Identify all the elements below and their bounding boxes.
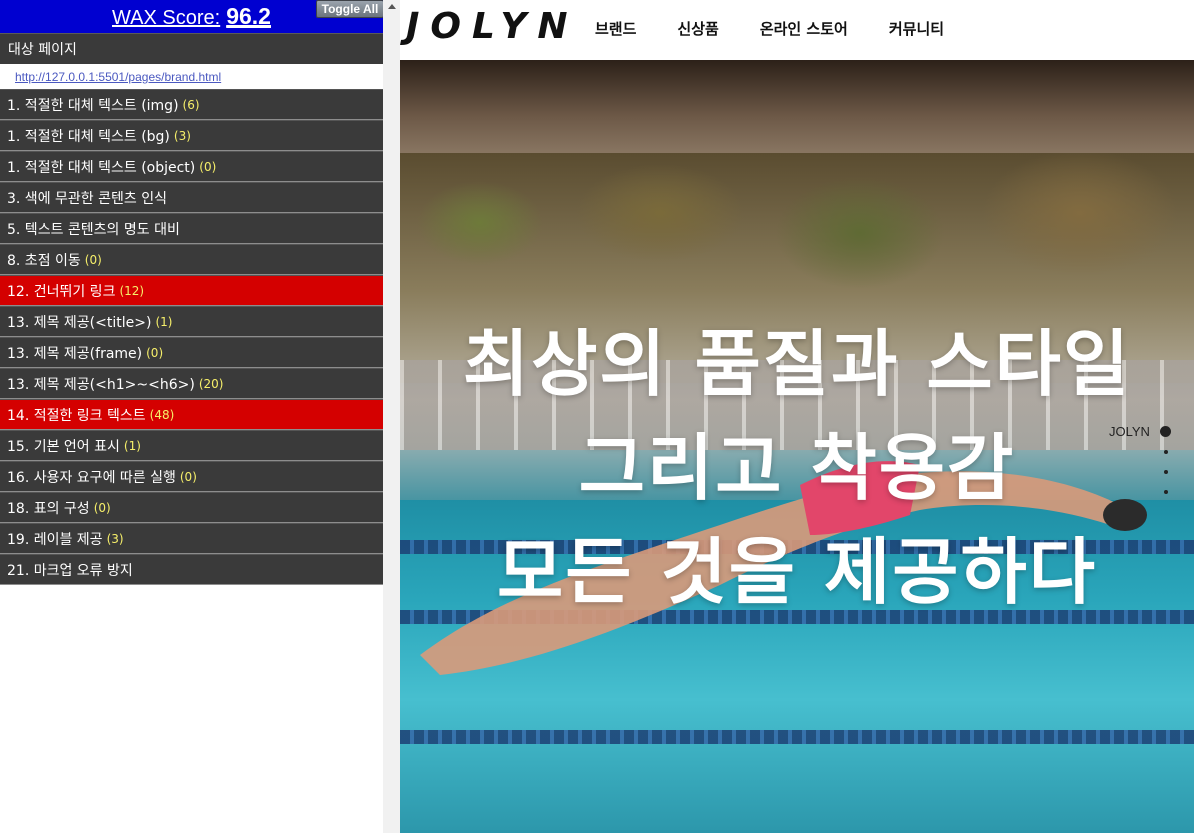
check-item-label: 16. 사용자 요구에 따른 실행 — [7, 469, 176, 486]
check-item-count: (0) — [199, 159, 217, 174]
check-item-count: (48) — [149, 407, 175, 422]
check-item[interactable]: 15. 기본 언어 표시 (1) — [0, 430, 383, 461]
check-item[interactable]: 5. 텍스트 콘텐츠의 명도 대비 — [0, 213, 383, 244]
check-item-count: (0) — [93, 500, 111, 515]
site-nav: 브랜드 신상품 온라인 스토어 커뮤니티 — [595, 18, 985, 39]
scrollbar[interactable] — [383, 0, 400, 833]
check-item[interactable]: 1. 적절한 대체 텍스트 (img) (6) — [0, 89, 383, 120]
check-item-label: 19. 레이블 제공 — [7, 531, 103, 548]
target-url-link[interactable]: http://127.0.0.1:5501/pages/brand.html — [15, 70, 221, 84]
check-item-label: 13. 제목 제공(<title>) — [7, 314, 152, 331]
nav-link-brand[interactable]: 브랜드 — [595, 18, 636, 39]
check-item-label: 1. 적절한 대체 텍스트 (img) — [7, 97, 179, 114]
check-item-count: (0) — [146, 345, 164, 360]
check-item-label: 5. 텍스트 콘텐츠의 명도 대비 — [7, 221, 180, 238]
check-list: 1. 적절한 대체 텍스트 (img) (6) 1. 적절한 대체 텍스트 (bg)… — [0, 89, 383, 585]
toggle-all-button[interactable]: Toggle All — [316, 0, 384, 18]
site-logo[interactable]: JOLYN — [406, 6, 579, 47]
check-item-label: 1. 적절한 대체 텍스트 (object) — [7, 159, 196, 176]
check-item-count: (3) — [173, 128, 191, 143]
wax-score-value: 96.2 — [226, 3, 271, 29]
site-header: JOLYN 브랜드 신상품 온라인 스토어 커뮤니티 — [400, 0, 1194, 60]
check-item-label: 3. 색에 무관한 콘텐츠 인식 — [7, 190, 167, 207]
nav-link-community[interactable]: 커뮤니티 — [889, 18, 944, 39]
hero-image: 최상의 품질과 스타일 그리고 착용감 모든 것을 제공하다 JOLYN — [400, 60, 1194, 833]
target-page-title: 대상 페이지 — [0, 33, 383, 64]
pager-dot[interactable] — [1164, 470, 1168, 474]
check-item-label: 21. 마크업 오류 방지 — [7, 562, 133, 579]
check-item-label: 12. 건너뛰기 링크 — [7, 283, 116, 300]
check-item-label: 15. 기본 언어 표시 — [7, 438, 120, 455]
check-item[interactable]: 8. 초점 이동 (0) — [0, 244, 383, 275]
nav-link-online-store[interactable]: 온라인 스토어 — [760, 18, 848, 39]
pager-dot[interactable] — [1164, 450, 1168, 454]
check-item[interactable]: 1. 적절한 대체 텍스트 (object) (0) — [0, 151, 383, 182]
check-item-label: 1. 적절한 대체 텍스트 (bg) — [7, 128, 170, 145]
check-item-count: (6) — [182, 97, 200, 112]
pager-dot[interactable] — [1164, 490, 1168, 494]
check-item-label: 18. 표의 구성 — [7, 500, 90, 517]
hero-line-1: 최상의 품질과 스타일 — [462, 322, 1132, 406]
check-item-count: (12) — [119, 283, 145, 298]
check-item[interactable]: 12. 건너뛰기 링크 (12) — [0, 275, 383, 306]
check-item[interactable]: 16. 사용자 요구에 따른 실행 (0) — [0, 461, 383, 492]
wax-panel: WAX Score: 96.2 Toggle All 대상 페이지 http://… — [0, 0, 384, 833]
check-item-label: 8. 초점 이동 — [7, 252, 81, 269]
check-item-count: (1) — [123, 438, 141, 453]
check-item-count: (3) — [106, 531, 124, 546]
target-url-row: http://127.0.0.1:5501/pages/brand.html — [0, 64, 383, 89]
wax-score-label: WAX Score: — [112, 7, 221, 29]
website-preview: JOLYN 브랜드 신상품 온라인 스토어 커뮤니티 최상의 품질과 스타일 그… — [400, 0, 1194, 833]
hero-line-2: 그리고 착용감 — [578, 426, 1016, 510]
pager-dot-active[interactable] — [1160, 426, 1171, 437]
scroll-up-arrow-icon[interactable] — [388, 4, 396, 9]
nav-link-new-products[interactable]: 신상품 — [677, 18, 718, 39]
check-item[interactable]: 19. 레이블 제공 (3) — [0, 523, 383, 554]
check-item[interactable]: 13. 제목 제공(<title>) (1) — [0, 306, 383, 337]
check-item-label: 14. 적절한 링크 텍스트 — [7, 407, 146, 424]
check-item[interactable]: 13. 제목 제공(frame) (0) — [0, 337, 383, 368]
check-item-count: (20) — [198, 376, 224, 391]
wax-score-link[interactable]: WAX Score: 96.2 — [112, 3, 271, 30]
check-item[interactable]: 13. 제목 제공(<h1>~<h6>) (20) — [0, 368, 383, 399]
check-item-count: (0) — [179, 469, 197, 484]
check-item-label: 13. 제목 제공(frame) — [7, 345, 143, 362]
check-item-count: (0) — [84, 252, 102, 267]
check-item[interactable]: 3. 색에 무관한 콘텐츠 인식 — [0, 182, 383, 213]
check-item[interactable]: 14. 적절한 링크 텍스트 (48) — [0, 399, 383, 430]
check-item[interactable]: 18. 표의 구성 (0) — [0, 492, 383, 523]
pager-label: JOLYN — [1109, 424, 1150, 439]
check-item-count: (1) — [155, 314, 173, 329]
hero-line-3: 모든 것을 제공하다 — [496, 530, 1098, 614]
check-item[interactable]: 1. 적절한 대체 텍스트 (bg) (3) — [0, 120, 383, 151]
check-item[interactable]: 21. 마크업 오류 방지 — [0, 554, 383, 585]
check-item-label: 13. 제목 제공(<h1>~<h6>) — [7, 376, 195, 393]
hero-heading: 최상의 품질과 스타일 그리고 착용감 모든 것을 제공하다 — [400, 312, 1194, 624]
hero-top-band — [400, 60, 1194, 153]
lane-rope — [400, 730, 1194, 744]
